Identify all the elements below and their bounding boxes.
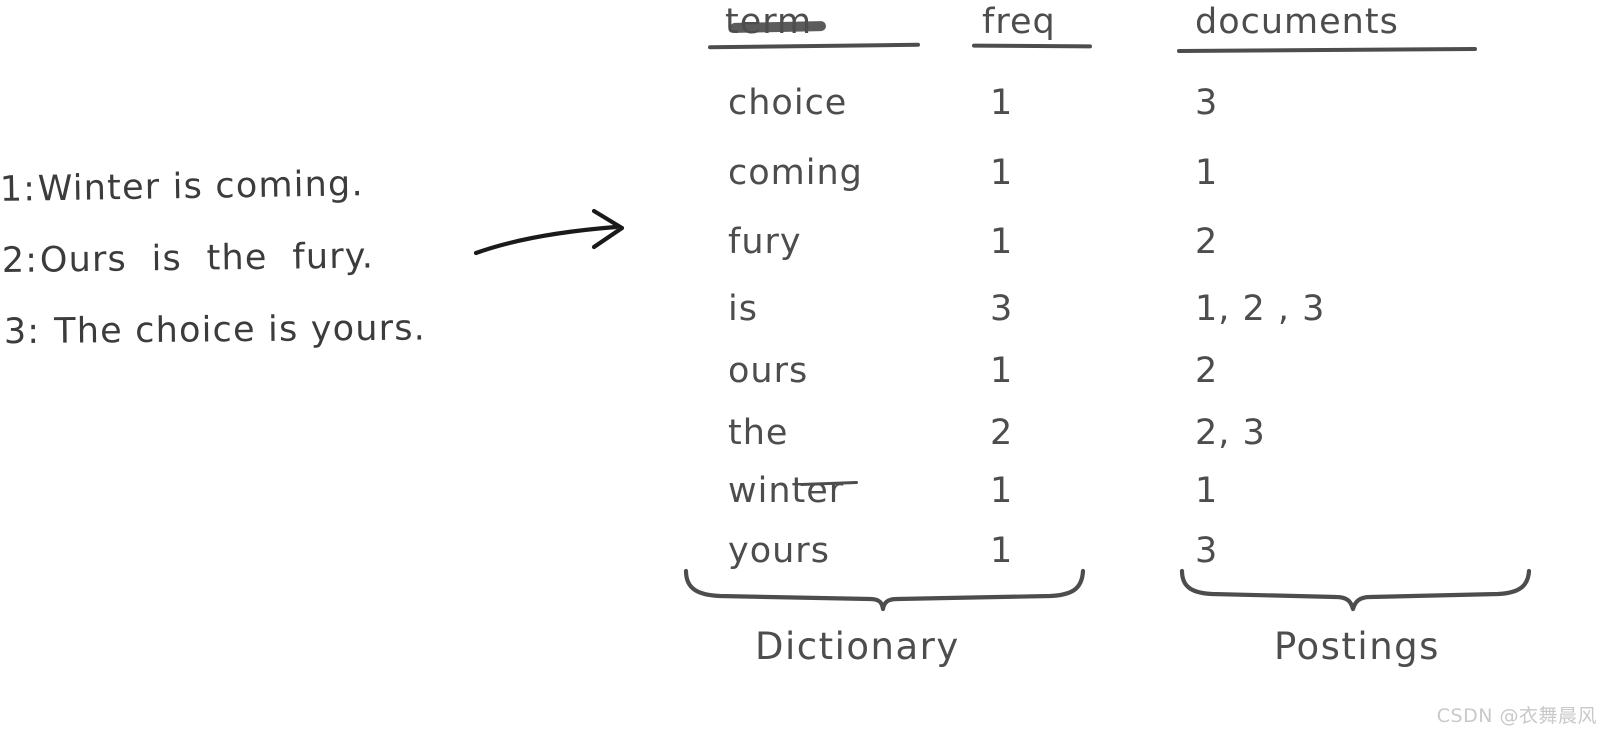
cell-term: fury — [728, 221, 802, 262]
document-number-1: 1: — [0, 169, 37, 210]
document-number-3: 3: — [3, 311, 41, 353]
term-header-scribble — [729, 20, 827, 34]
cell-term: is — [728, 288, 758, 329]
document-line-1: 1: Winter is coming. — [0, 162, 501, 242]
right-arrow-icon — [473, 208, 625, 256]
cell-documents: 1 — [1195, 470, 1219, 511]
table-row: is 3 1, 2 , 3 — [690, 276, 1590, 342]
whiteboard-canvas: 1: Winter is coming. 2: Ours is the fury… — [0, 0, 1607, 736]
cell-documents: 1 — [1195, 152, 1219, 193]
cell-freq: 2 — [990, 412, 1014, 453]
cell-term: winter — [728, 470, 845, 511]
column-header-documents: documents — [1195, 2, 1399, 42]
postings-caption: Postings — [1274, 625, 1440, 668]
freq-header-underline — [971, 43, 1093, 49]
document-text-3: The choice is yours. — [41, 308, 427, 352]
document-text-1: Winter is coming. — [37, 164, 365, 210]
source-documents-list: 1: Winter is coming. 2: Ours is the fury… — [0, 164, 501, 384]
cell-documents: 1, 2 , 3 — [1195, 288, 1326, 329]
cell-freq: 1 — [990, 82, 1014, 123]
cell-freq: 1 — [990, 530, 1014, 571]
cell-freq: 1 — [990, 221, 1014, 262]
curly-brace-icon — [683, 568, 1086, 612]
table-row: fury 1 2 — [690, 209, 1590, 275]
cell-freq: 3 — [990, 288, 1014, 329]
dictionary-brace — [680, 565, 1100, 629]
cell-freq: 1 — [990, 350, 1014, 391]
cell-term: the — [728, 412, 789, 453]
table-row: ours 1 2 — [690, 338, 1590, 404]
documents-header-underline — [1176, 46, 1478, 54]
cell-documents: 2, 3 — [1195, 412, 1266, 453]
cell-documents: 2 — [1195, 350, 1219, 391]
table-row: the 2 2, 3 — [690, 400, 1590, 466]
term-header-underline — [707, 42, 921, 50]
cell-term: ours — [728, 350, 809, 391]
transform-arrow — [470, 205, 635, 275]
cell-freq: 1 — [990, 470, 1014, 511]
document-line-3: 3: The choice is yours. — [4, 308, 501, 384]
table-row: choice 1 3 — [690, 70, 1590, 136]
document-text-2: Ours is the fury. — [39, 236, 375, 281]
curly-brace-icon — [1179, 568, 1532, 612]
table-row: winter 1 1 — [690, 458, 1590, 524]
cell-documents: 2 — [1195, 221, 1219, 262]
cell-term: yours — [728, 530, 830, 571]
table-row: coming 1 1 — [690, 140, 1590, 206]
cell-term: coming — [728, 152, 863, 193]
cell-documents: 3 — [1195, 530, 1219, 571]
document-line-2: 2: Ours is the fury. — [2, 235, 501, 313]
inverted-index-table: term freq documents choice 1 3 coming 1 … — [683, 0, 1607, 700]
csdn-watermark: CSDN @衣舞晨风 — [1436, 705, 1597, 727]
column-header-freq: freq — [982, 2, 1056, 42]
cell-freq: 1 — [990, 152, 1014, 193]
cell-term: choice — [728, 82, 848, 123]
dictionary-caption: Dictionary — [755, 625, 960, 668]
document-number-2: 2: — [1, 240, 39, 282]
postings-brace — [1176, 565, 1536, 629]
cell-documents: 3 — [1195, 82, 1219, 123]
